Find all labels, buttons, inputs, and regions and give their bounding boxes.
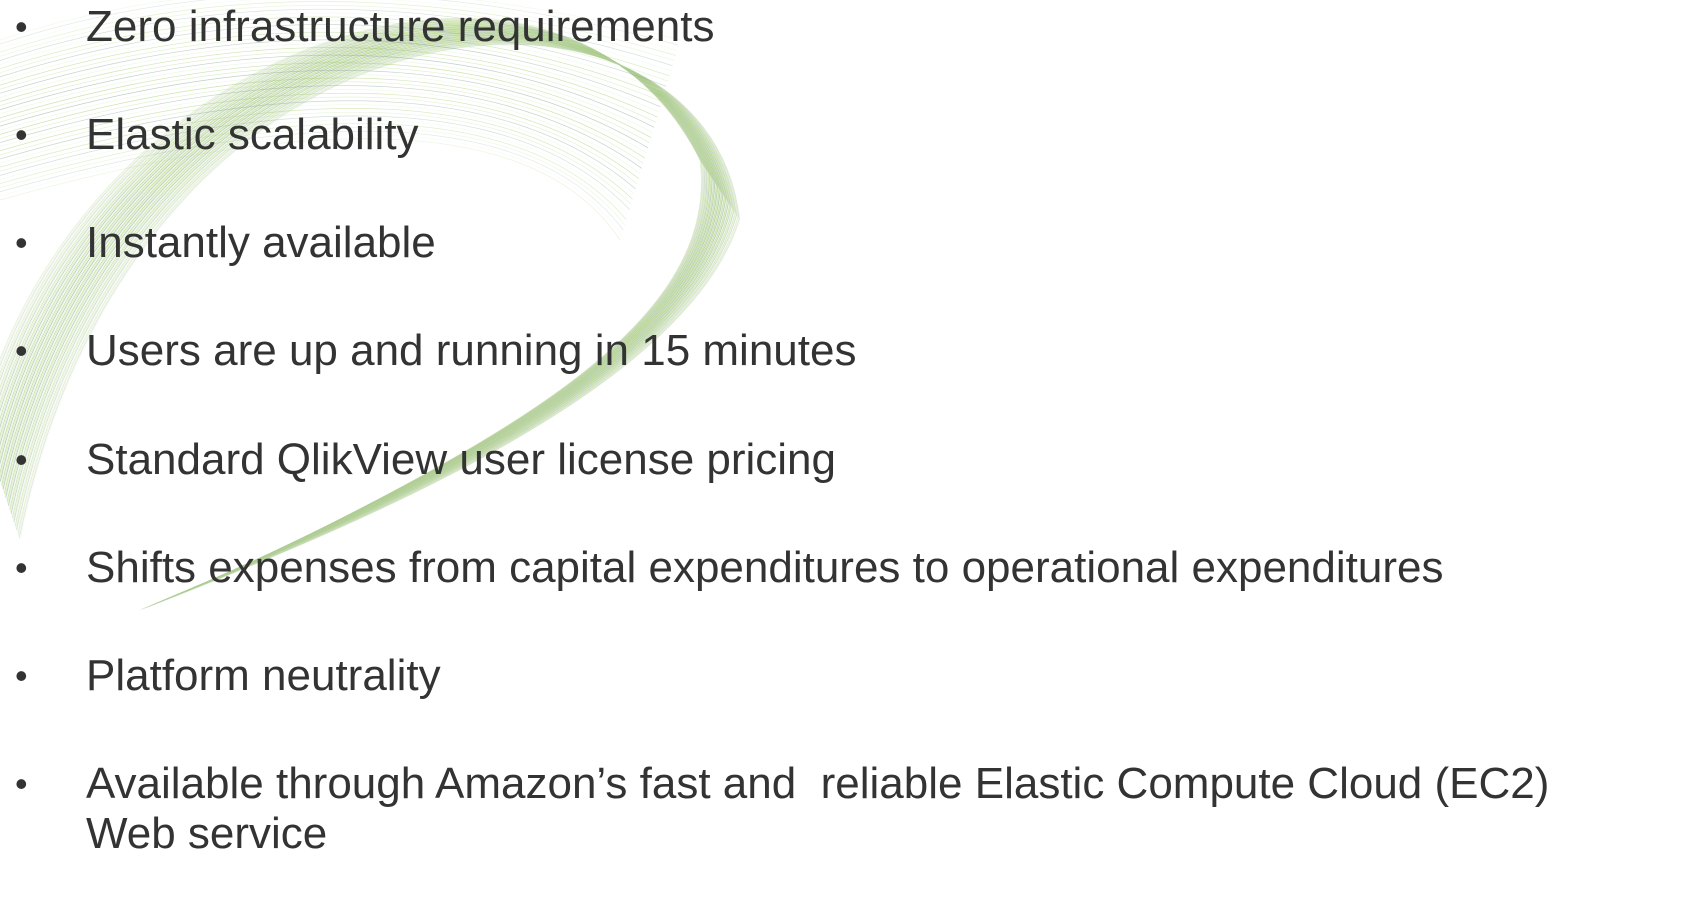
- bullet-text: Elastic scalability: [86, 110, 419, 159]
- bullet-text: Users are up and running in 15 minutes: [86, 326, 857, 375]
- bullet-text: Instantly available: [86, 218, 436, 267]
- swirl-line: [0, 43, 659, 113]
- bullet-icon: •: [15, 655, 28, 696]
- swirl-line: [0, 24, 710, 572]
- swirl-line: [0, 26, 712, 575]
- slide: • Zero infrastructure requirements • Ela…: [0, 0, 1697, 923]
- swirl-line: [0, 47, 658, 118]
- bullet-text: Standard QlikView user license pricing: [86, 435, 836, 484]
- bullet-icon: •: [15, 763, 28, 804]
- swirl-line: [0, 25, 711, 574]
- swirl-line: [0, 25, 712, 574]
- bullet-icon: •: [15, 114, 28, 155]
- swirl-line: [0, 23, 708, 570]
- swirl-line: [0, 23, 709, 571]
- swirl-line: [0, 22, 707, 569]
- bullet-icon: •: [15, 330, 28, 371]
- bullet-icon: •: [15, 439, 28, 480]
- bullet-text: Available through Amazon’s fast and reli…: [86, 759, 1550, 858]
- bullet-icon: •: [15, 6, 28, 47]
- bullet-text: Zero infrastructure requirements: [86, 2, 715, 51]
- bullet-text: Platform neutrality: [86, 651, 441, 700]
- swirl-line: [0, 24, 710, 573]
- bullet-text: Shifts expenses from capital expenditure…: [86, 543, 1444, 592]
- bullet-icon: •: [15, 547, 28, 588]
- swirl-line: [0, 22, 708, 569]
- bullet-icon: •: [15, 222, 28, 263]
- swirl-line: [0, 21, 707, 568]
